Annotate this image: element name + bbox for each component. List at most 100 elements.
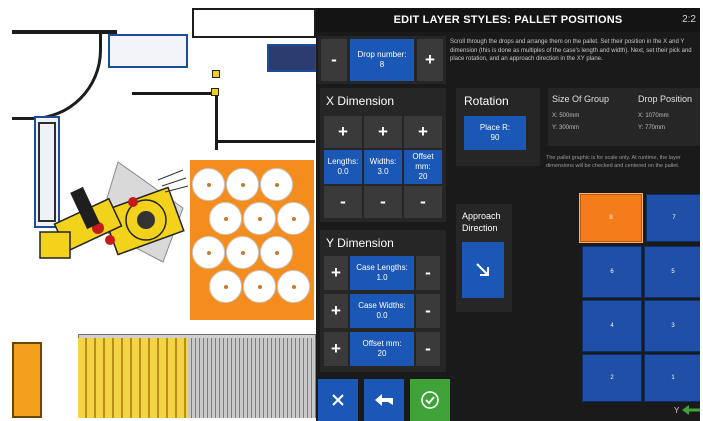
product-circle xyxy=(209,270,242,303)
pallet-drop-cell[interactable]: 6 xyxy=(582,246,642,298)
x-dimension-title: X Dimension xyxy=(326,94,395,108)
axis-arrow-icon xyxy=(682,405,700,415)
pallet-drop-cell[interactable]: 3 xyxy=(644,300,700,352)
y-widths-plus-button[interactable]: + xyxy=(324,294,348,328)
y-case-lengths-value: 1.0 xyxy=(376,273,388,282)
arrow-down-right-icon xyxy=(476,263,489,276)
y-widths-minus-button[interactable]: - xyxy=(416,294,440,328)
product-circle xyxy=(243,202,276,235)
y-axis-label: Y xyxy=(674,406,680,415)
y-offset-plus-button[interactable]: + xyxy=(324,332,348,366)
drop-number-label: Drop number: xyxy=(357,50,407,59)
safety-fence-curve xyxy=(12,30,102,120)
y-lengths-plus-button[interactable]: + xyxy=(324,256,348,290)
product-circle xyxy=(209,202,242,235)
x-offset-value: 20 xyxy=(418,172,428,181)
y-dimension-group: Y Dimension + Case Lengths: 1.0 - + Case… xyxy=(320,230,446,372)
size-of-group-y: Y: 300mm xyxy=(552,125,580,131)
scale-note: The pallet graphic is for scale only. At… xyxy=(546,155,681,169)
x-offset-label: Offset mm: xyxy=(412,152,434,171)
y-case-lengths-field[interactable]: Case Lengths: 1.0 xyxy=(350,256,414,290)
x-widths-value: 3.0 xyxy=(377,167,389,176)
y-lengths-minus-button[interactable]: - xyxy=(416,256,440,290)
y-offset-value: 20 xyxy=(377,349,387,358)
y-offset-field[interactable]: Offset mm: 20 xyxy=(350,332,414,366)
back-button[interactable] xyxy=(364,379,404,421)
drop-number-display: Drop number: 8 xyxy=(350,39,414,81)
group-info-panel: Size Of Group X: 500mm Y: 300mm Drop Pos… xyxy=(548,88,700,146)
pallet-drop-cell[interactable]: 8 xyxy=(580,194,642,242)
y-case-widths-value: 0.0 xyxy=(376,311,388,320)
rotation-title: Rotation xyxy=(464,94,509,108)
product-circle xyxy=(226,236,259,269)
cell-layout-graphic xyxy=(12,8,316,418)
product-circle xyxy=(226,168,259,201)
product-circle xyxy=(277,270,310,303)
cancel-button[interactable] xyxy=(318,379,358,421)
safety-marker xyxy=(212,70,220,78)
product-circle xyxy=(260,236,293,269)
drop-next-button[interactable]: + xyxy=(417,39,443,81)
x-widths-field[interactable]: Widths: 3.0 xyxy=(364,150,402,184)
undo-arrow-icon xyxy=(375,394,393,406)
product-circle xyxy=(192,236,225,269)
infeed-station-orange xyxy=(12,342,42,418)
y-dimension-title: Y Dimension xyxy=(326,236,394,250)
drop-position-title: Drop Position xyxy=(638,94,693,104)
outfeed-rollers-grey xyxy=(188,338,316,418)
x-widths-plus-button[interactable]: + xyxy=(364,116,402,148)
drop-position-x: X: 1070mm xyxy=(638,113,669,119)
x-lengths-value: 0.0 xyxy=(337,167,349,176)
x-dimension-group: X Dimension + + + Lengths: 0.0 Widths: 3… xyxy=(320,88,446,222)
x-offset-plus-button[interactable]: + xyxy=(404,116,442,148)
check-circle-icon xyxy=(421,391,439,409)
x-offset-field[interactable]: Offset mm: 20 xyxy=(404,150,442,184)
cross-icon xyxy=(332,394,344,406)
pallet-grid: 8 7 6 5 4 3 2 1 xyxy=(578,194,700,404)
x-lengths-plus-button[interactable]: + xyxy=(324,116,362,148)
y-case-widths-label: Case Widths: xyxy=(358,301,406,310)
place-rotation-value: 90 xyxy=(490,133,500,142)
product-circle xyxy=(260,168,293,201)
place-rotation-label: Place R: xyxy=(479,123,511,132)
y-case-lengths-label: Case Lengths: xyxy=(356,263,408,272)
cable-run-horizontal xyxy=(215,140,315,143)
product-circle xyxy=(192,168,225,201)
drop-number-group: - Drop number: 8 + xyxy=(318,36,446,84)
y-offset-minus-button[interactable]: - xyxy=(416,332,440,366)
pallet-drop-cell[interactable]: 1 xyxy=(644,354,700,402)
size-of-group-title: Size Of Group xyxy=(552,94,610,104)
pallet-drop-cell[interactable]: 2 xyxy=(582,354,642,402)
x-lengths-minus-button[interactable]: - xyxy=(324,186,362,218)
guard-wall-top-right xyxy=(192,8,316,38)
clock-readout: 2:2 xyxy=(682,14,696,25)
approach-group: Approach Direction xyxy=(456,204,512,312)
y-offset-label: Offset mm: xyxy=(362,339,402,348)
pallet-drop-cell[interactable]: 4 xyxy=(582,300,642,352)
rotation-group: Rotation Place R: 90 xyxy=(456,88,540,166)
cable-run-horizontal-2 xyxy=(132,92,218,95)
infeed-conveyor-top xyxy=(108,34,188,68)
instructions-text: Scroll through the drops and arrange the… xyxy=(450,39,692,62)
place-rotation-button[interactable]: Place R: 90 xyxy=(464,116,526,150)
x-lengths-label: Lengths: xyxy=(327,157,359,166)
pallet-drop-cell[interactable]: 7 xyxy=(646,194,700,242)
product-circle xyxy=(277,202,310,235)
edit-layer-panel: EDIT LAYER STYLES: PALLET POSITIONS 2:2 … xyxy=(316,8,700,421)
y-case-widths-field[interactable]: Case Widths: 0.0 xyxy=(350,294,414,328)
drop-prev-button[interactable]: - xyxy=(321,39,347,81)
drop-number-value: 8 xyxy=(379,60,385,69)
approach-title: Approach Direction xyxy=(462,211,501,233)
x-lengths-field[interactable]: Lengths: 0.0 xyxy=(324,150,362,184)
x-offset-minus-button[interactable]: - xyxy=(404,186,442,218)
drop-position-y: Y: 770mm xyxy=(638,125,666,131)
x-widths-minus-button[interactable]: - xyxy=(364,186,402,218)
robot-graphic xyxy=(39,161,188,263)
size-of-group-x: X: 500mm xyxy=(552,113,580,119)
conveyor-end-cap xyxy=(267,44,316,72)
confirm-button[interactable] xyxy=(410,379,450,421)
outfeed-rollers-yellow xyxy=(78,338,188,418)
safety-marker-2 xyxy=(211,88,219,96)
approach-direction-button[interactable] xyxy=(462,242,504,298)
pallet-drop-cell[interactable]: 5 xyxy=(644,246,700,298)
